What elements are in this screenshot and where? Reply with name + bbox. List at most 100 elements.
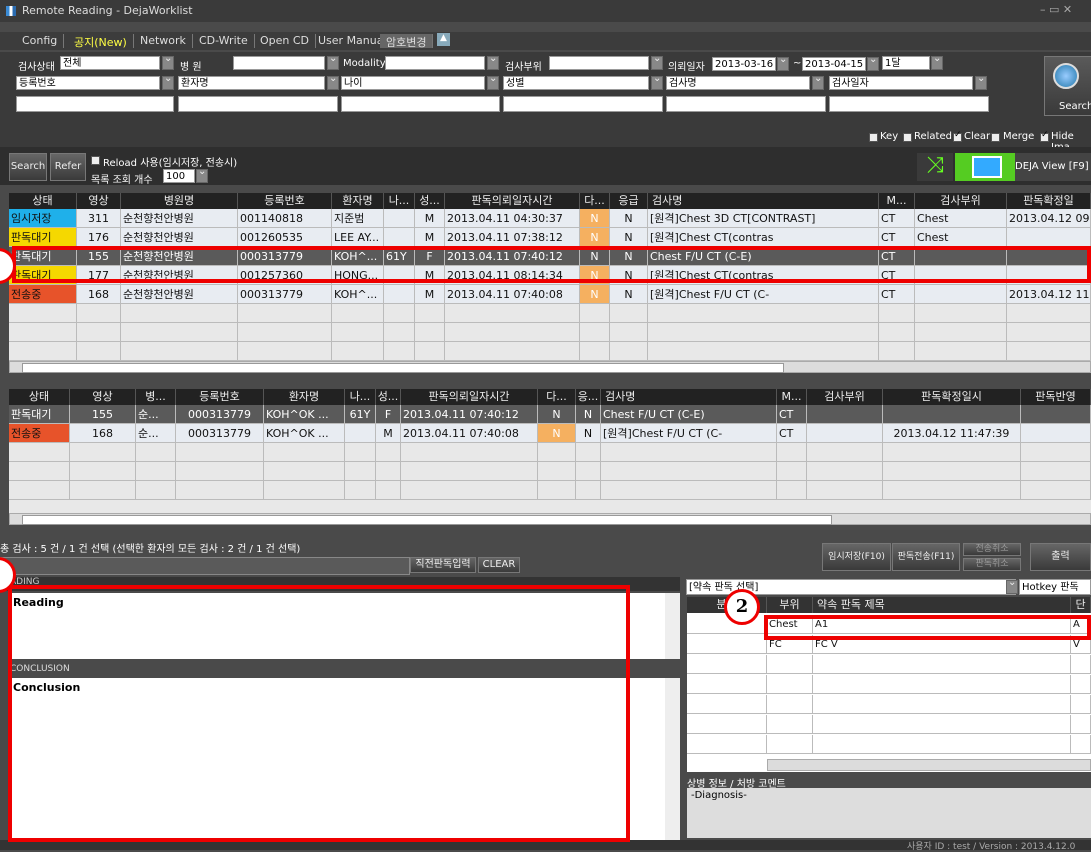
- col-emergency[interactable]: 응급: [610, 193, 648, 209]
- menu-notice[interactable]: 공지(New): [68, 34, 134, 49]
- worklist-row[interactable]: 전송중 168 순천향천안병원 000313779 KOH^... M 2013.04.11…: [9, 285, 1091, 304]
- related-checkbox[interactable]: [903, 133, 912, 142]
- menu-cdwrite[interactable]: CD-Write: [193, 34, 255, 48]
- chevron-down-icon[interactable]: [651, 73, 663, 90]
- bodypart-select[interactable]: [549, 56, 649, 70]
- temp-save-button[interactable]: 임시저장(F10): [822, 543, 891, 571]
- chevron-down-icon[interactable]: [162, 73, 174, 90]
- scroll-thumb[interactable]: [22, 363, 784, 373]
- col-status[interactable]: 상태: [9, 193, 77, 209]
- modality-select[interactable]: [385, 56, 485, 70]
- exam-row[interactable]: 판독대기 155 순... 000313779 KOH^OK ... 61Y F 2013.0…: [9, 405, 1091, 424]
- h-scrollbar[interactable]: [9, 361, 1091, 373]
- collapse-icon[interactable]: ▲: [437, 33, 450, 46]
- examdate-field[interactable]: 검사일자: [829, 76, 973, 90]
- search-button[interactable]: Search: [1044, 56, 1091, 116]
- chevron-down-icon[interactable]: [162, 53, 174, 70]
- col-age[interactable]: 나...: [345, 389, 376, 405]
- menu-config[interactable]: Config: [16, 34, 65, 48]
- col-patient[interactable]: 환자명: [264, 389, 345, 405]
- col-hospital[interactable]: 병...: [136, 389, 176, 405]
- status-select[interactable]: 전체: [60, 56, 160, 70]
- menu-password[interactable]: 암호변경: [380, 34, 434, 49]
- hide-checkbox[interactable]: [1040, 130, 1049, 142]
- menu-network[interactable]: Network: [134, 34, 193, 48]
- col-sex[interactable]: 성...: [376, 389, 401, 405]
- merge-checkbox[interactable]: [991, 133, 1000, 142]
- patient-field[interactable]: 환자명: [178, 76, 325, 90]
- age-field[interactable]: 나이: [341, 76, 485, 90]
- text-field-2[interactable]: [178, 96, 338, 112]
- print-button[interactable]: 출력: [1030, 543, 1091, 571]
- period-select[interactable]: 1달: [882, 56, 930, 70]
- calendar-icon[interactable]: [777, 54, 789, 71]
- v-scrollbar[interactable]: [665, 593, 680, 659]
- clear-checkbox[interactable]: [953, 130, 962, 142]
- col-image[interactable]: 영상: [70, 389, 136, 405]
- chevron-down-icon[interactable]: [812, 73, 824, 90]
- col-modality[interactable]: M...: [879, 193, 915, 209]
- col-reflect[interactable]: 판독반영: [1021, 389, 1091, 405]
- window-controls[interactable]: – ▭ ✕: [1040, 3, 1072, 16]
- col-regno[interactable]: 등록번호: [238, 193, 332, 209]
- text-field-6[interactable]: [829, 96, 989, 112]
- template-row[interactable]: [687, 655, 1091, 674]
- col-multi[interactable]: 다...: [538, 389, 576, 405]
- col-bodypart[interactable]: 검사부위: [807, 389, 883, 405]
- col-multi[interactable]: 다...: [580, 193, 610, 209]
- col-age[interactable]: 나...: [384, 193, 415, 209]
- template-row[interactable]: [687, 735, 1091, 754]
- col-confirmdate[interactable]: 판독확정일시: [883, 389, 1021, 405]
- search-list-button[interactable]: Search: [9, 153, 47, 181]
- shuffle-icon[interactable]: ⤨: [917, 153, 953, 181]
- col-exam[interactable]: 검사명: [601, 389, 777, 405]
- col-exam[interactable]: 검사명: [648, 193, 879, 209]
- listcount-select[interactable]: 100: [163, 169, 195, 183]
- text-field-1[interactable]: [16, 96, 174, 112]
- comment-area[interactable]: -Diagnosis-: [687, 788, 1091, 838]
- col-modality[interactable]: M...: [777, 389, 807, 405]
- chevron-down-icon[interactable]: [327, 53, 339, 70]
- send-button[interactable]: 판독전송(F11): [892, 543, 960, 571]
- key-checkbox[interactable]: [869, 133, 878, 142]
- date-to[interactable]: 2013-04-15: [802, 57, 866, 71]
- text-field-3[interactable]: [341, 96, 500, 112]
- hospital-select[interactable]: [233, 56, 325, 70]
- sex-field[interactable]: 성별: [503, 76, 649, 90]
- exam-field[interactable]: 검사명: [666, 76, 810, 90]
- col-bodypart[interactable]: 검사부위: [915, 193, 1007, 209]
- col-reqdate[interactable]: 판독의뢰일자시간: [445, 193, 580, 209]
- worklist-row[interactable]: 판독대기 176 순천향천안병원 001260535 LEE AY... M 2013.04…: [9, 228, 1091, 247]
- prev-input-button[interactable]: 직전판독입력: [410, 557, 476, 573]
- menu-opencd[interactable]: Open CD: [254, 34, 317, 48]
- cancel-read-button[interactable]: 판독취소: [963, 558, 1021, 571]
- chevron-down-icon[interactable]: [1006, 577, 1018, 594]
- exam-row[interactable]: 전송중 168 순... 000313779 KOH^OK ... M 2013.04.11…: [9, 424, 1091, 443]
- h-scrollbar[interactable]: [767, 759, 1091, 771]
- template-row[interactable]: [687, 715, 1091, 734]
- refer-button[interactable]: Refer: [50, 153, 86, 181]
- col-part[interactable]: 부위: [767, 597, 813, 613]
- chevron-down-icon[interactable]: [487, 73, 499, 90]
- col-emergency[interactable]: 응...: [576, 389, 601, 405]
- template-row[interactable]: [687, 695, 1091, 714]
- text-field-5[interactable]: [666, 96, 826, 112]
- col-hospital[interactable]: 병원명: [121, 193, 238, 209]
- scroll-thumb[interactable]: [22, 515, 832, 525]
- deja-view-button[interactable]: DEJA View [F9]: [955, 153, 1091, 181]
- hotkey-select[interactable]: Hotkey 판독: [1019, 579, 1091, 595]
- cancel-send-button[interactable]: 전송취소: [963, 543, 1021, 556]
- chevron-down-icon[interactable]: [487, 53, 499, 70]
- reload-checkbox[interactable]: [91, 156, 100, 165]
- col-sex[interactable]: 성...: [415, 193, 445, 209]
- template-row[interactable]: [687, 675, 1091, 694]
- date-from[interactable]: 2013-03-16: [712, 57, 776, 71]
- text-field-4[interactable]: [503, 96, 663, 112]
- regno-field[interactable]: 등록번호: [16, 76, 160, 90]
- v-scrollbar[interactable]: [665, 678, 680, 840]
- col-short[interactable]: 단: [1071, 597, 1091, 613]
- col-confirmdate[interactable]: 판독확정일: [1007, 193, 1091, 209]
- calendar-icon[interactable]: [867, 54, 879, 71]
- col-regno[interactable]: 등록번호: [176, 389, 264, 405]
- chevron-down-icon[interactable]: [327, 73, 339, 90]
